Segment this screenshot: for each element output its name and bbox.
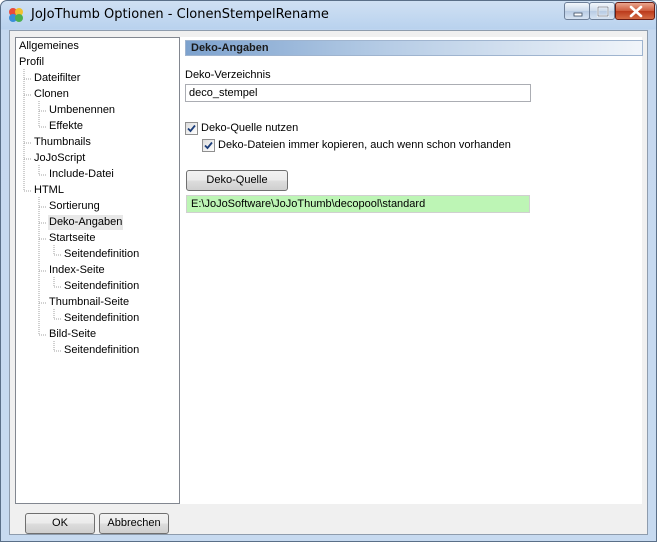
tree-item[interactable]: Include-Datei: [48, 167, 115, 182]
dialog-client-area: Allgemeines Profil Dateifilter Clonen Umbene…: [9, 30, 648, 535]
tree-item[interactable]: Bild-Seite: [48, 327, 97, 342]
tree-item[interactable]: Dateifilter: [33, 71, 81, 86]
minimize-button[interactable]: [564, 2, 590, 20]
tree-item[interactable]: Startseite: [48, 231, 96, 246]
tree-item[interactable]: Seitendefinition: [63, 247, 140, 262]
close-icon: [629, 5, 643, 18]
tree-item[interactable]: Effekte: [48, 119, 84, 134]
ok-button[interactable]: OK: [25, 513, 95, 534]
settings-panel: Deko-Angaben Deko-Verzeichnis Deko-Quell…: [180, 37, 643, 504]
deko-quelle-button[interactable]: Deko-Quelle: [186, 170, 288, 191]
tree-item[interactable]: Profil: [18, 55, 45, 70]
deko-quelle-nutzen-label: Deko-Quelle nutzen: [201, 122, 299, 134]
deko-quelle-path: E:\JoJoSoftware\JoJoThumb\decopool\stand…: [186, 195, 530, 213]
tree-item[interactable]: Thumbnail-Seite: [48, 295, 130, 310]
window-title: JoJoThumb Optionen - ClonenStempelRename: [31, 7, 329, 22]
section-header: Deko-Angaben: [185, 40, 643, 56]
tree-item[interactable]: Seitendefinition: [63, 311, 140, 326]
maximize-button[interactable]: [589, 2, 615, 20]
jojothumb-app-icon: [9, 8, 23, 22]
options-tree[interactable]: Allgemeines Profil Dateifilter Clonen Umbene…: [15, 37, 180, 504]
tree-item[interactable]: Sortierung: [48, 199, 101, 214]
cancel-button[interactable]: Abbrechen: [99, 513, 169, 534]
tree-item[interactable]: Umbenennen: [48, 103, 116, 118]
checkmark-icon: [204, 141, 213, 150]
deko-dateien-kopieren-label: Deko-Dateien immer kopieren, auch wenn s…: [218, 139, 511, 151]
minimize-icon: [573, 12, 583, 17]
tree-item[interactable]: Allgemeines: [18, 39, 80, 54]
tree-item[interactable]: Clonen: [33, 87, 70, 102]
deko-verzeichnis-input[interactable]: [185, 84, 531, 102]
deko-verzeichnis-label: Deko-Verzeichnis: [185, 69, 271, 81]
tree-item[interactable]: Index-Seite: [48, 263, 106, 278]
tree-item[interactable]: JoJoScript: [33, 151, 86, 166]
tree-item[interactable]: Seitendefinition: [63, 279, 140, 294]
tree-item[interactable]: Deko-Angaben: [48, 215, 124, 230]
title-bar[interactable]: JoJoThumb Optionen - ClonenStempelRename: [1, 1, 656, 30]
deko-dateien-kopieren-checkbox[interactable]: [202, 139, 215, 152]
close-button[interactable]: [615, 2, 655, 20]
options-window: JoJoThumb Optionen - ClonenStempelRename…: [0, 0, 657, 542]
tree-item[interactable]: Seitendefinition: [63, 343, 140, 358]
tree-item[interactable]: HTML: [33, 183, 65, 198]
maximize-icon: [596, 5, 610, 18]
checkmark-icon: [187, 124, 196, 133]
deko-quelle-nutzen-checkbox[interactable]: [185, 122, 198, 135]
tree-item[interactable]: Thumbnails: [33, 135, 92, 150]
